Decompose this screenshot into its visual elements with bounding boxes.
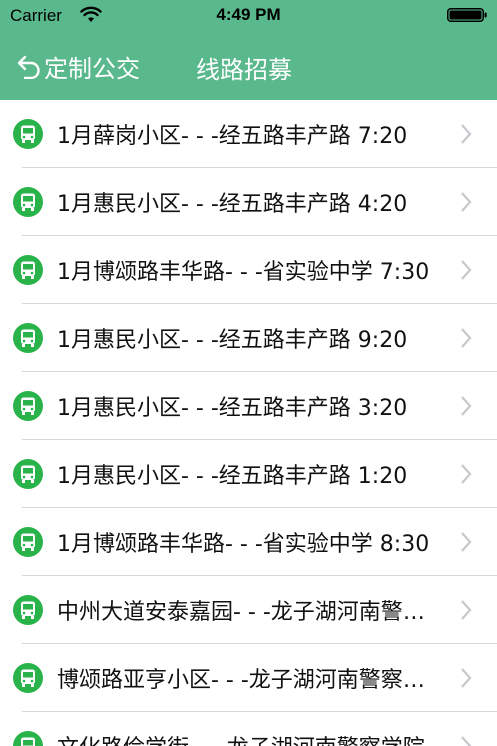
route-row[interactable]: 1月薛岗小区- - -经五路丰产路 7:20 [0, 100, 497, 168]
chevron-right-icon [461, 396, 472, 416]
route-row[interactable]: 1月博颂路丰华路- - -省实验中学 8:30 [0, 508, 497, 576]
chevron-right-icon [461, 124, 472, 144]
route-name: 1月惠民小区- - -经五路丰产路 1:20 [57, 464, 408, 489]
back-arrow-icon [17, 55, 40, 79]
route-name: 1月博颂路丰华路- - -省实验中学 7:30 [57, 260, 430, 285]
bus-icon [13, 187, 43, 217]
route-name: 中州大道安泰嘉园- - -龙子湖河南警察学院 [57, 600, 435, 625]
chevron-right-icon [461, 532, 472, 552]
chevron-right-icon [461, 260, 472, 280]
page-title: 线路招募 [196, 56, 292, 84]
chevron-right-icon [461, 600, 472, 620]
route-list: 1月薛岗小区- - -经五路丰产路 7:20 1月惠民小区- - -经五路丰产路… [0, 100, 497, 746]
bus-icon [13, 255, 43, 285]
battery-icon [447, 8, 487, 22]
route-row[interactable]: 1月惠民小区- - -经五路丰产路 4:20 [0, 168, 497, 236]
bus-icon [13, 323, 43, 353]
route-name: 1月惠民小区- - -经五路丰产路 9:20 [57, 328, 408, 353]
route-row[interactable]: 1月博颂路丰华路- - -省实验中学 7:30 [0, 236, 497, 304]
route-name: 博颂路亚亨小区- - -龙子湖河南警察学院 [57, 668, 435, 693]
route-row[interactable]: 1月惠民小区- - -经五路丰产路 9:20 [0, 304, 497, 372]
bus-icon [13, 663, 43, 693]
chevron-right-icon [461, 192, 472, 212]
clock-time: 4:49 PM [216, 5, 281, 24]
back-button[interactable]: 定制公交 [16, 48, 140, 84]
route-name: 1月薛岗小区- - -经五路丰产路 7:20 [57, 124, 408, 149]
bus-icon [13, 459, 43, 489]
bus-icon [13, 391, 43, 421]
route-row[interactable]: 中州大道安泰嘉园- - -龙子湖河南警察学院 [0, 576, 497, 644]
chevron-right-icon [461, 328, 472, 348]
navigation-bar: 定制公交 线路招募 [0, 32, 497, 100]
bus-icon [13, 731, 43, 746]
bus-icon [13, 595, 43, 625]
route-name: 1月博颂路丰华路- - -省实验中学 8:30 [57, 532, 430, 557]
route-name: 1月惠民小区- - -经五路丰产路 4:20 [57, 192, 408, 217]
route-row[interactable]: 博颂路亚亨小区- - -龙子湖河南警察学院 [0, 644, 497, 712]
bus-icon [13, 119, 43, 149]
chevron-right-icon [461, 736, 472, 746]
route-row[interactable]: 1月惠民小区- - -经五路丰产路 3:20 [0, 372, 497, 440]
back-button-label: 定制公交 [44, 54, 140, 83]
chevron-right-icon [461, 464, 472, 484]
route-name: 文化路俭学街- - -龙子湖河南警察学院 [57, 730, 435, 746]
chevron-right-icon [461, 668, 472, 688]
status-bar: Carrier 4:49 PM [0, 0, 497, 32]
route-name: 1月惠民小区- - -经五路丰产路 3:20 [57, 396, 408, 421]
bus-icon [13, 527, 43, 557]
route-row[interactable]: 1月惠民小区- - -经五路丰产路 1:20 [0, 440, 497, 508]
route-row[interactable]: 文化路俭学街- - -龙子湖河南警察学院 [0, 712, 497, 746]
